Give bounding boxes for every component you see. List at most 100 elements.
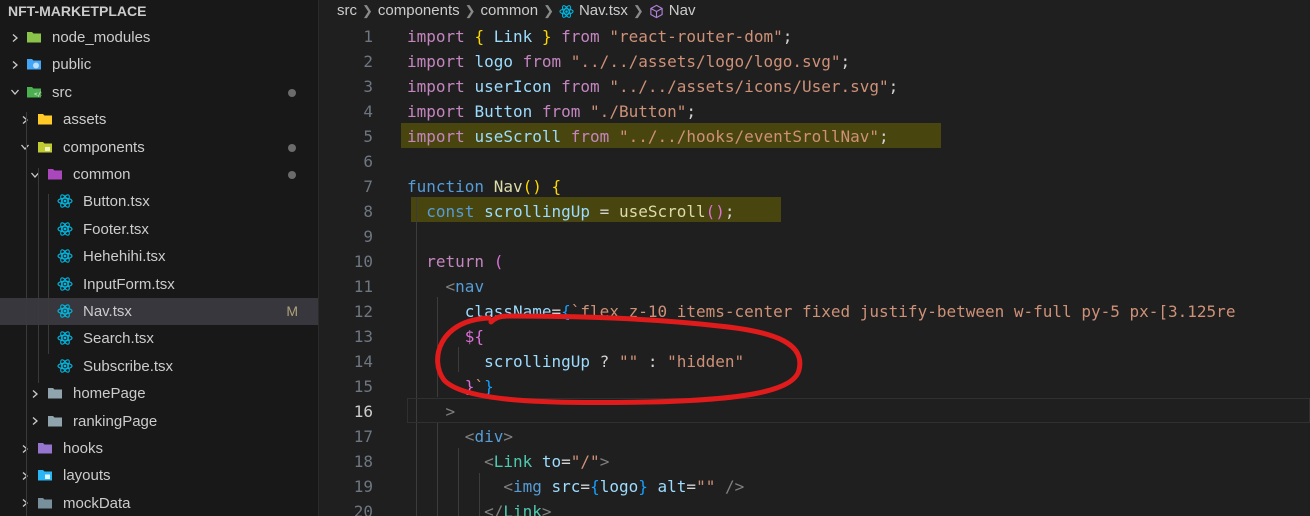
tree-item-src[interactable]: </> src — [0, 79, 318, 106]
code-line[interactable]: 12 className={`flex z-10 items-center fi… — [319, 299, 1310, 324]
code-line[interactable]: 11 <nav — [319, 274, 1310, 299]
tree-item-homepage[interactable]: homePage — [0, 380, 318, 407]
code-line[interactable]: 4 import Button from "./Button"; — [319, 99, 1310, 124]
code-line[interactable]: 2 import logo from "../../assets/logo/log… — [319, 49, 1310, 74]
code-line[interactable]: 14 scrollingUp ? "" : "hidden" — [319, 349, 1310, 374]
code-line[interactable]: 5 import useScroll from "../../hooks/even… — [319, 124, 1310, 149]
code-token: "../../assets/icons/User.svg" — [609, 77, 889, 96]
code-text: function Nav() { — [407, 174, 561, 199]
tree-item-mockdata[interactable]: mockData — [0, 490, 318, 516]
breadcrumb-src[interactable]: src — [337, 0, 357, 22]
code-token: > — [445, 402, 456, 421]
line-number: 15 — [353, 377, 373, 396]
chevron-right-icon[interactable] — [28, 380, 42, 407]
code-token: ; — [879, 127, 889, 146]
code-token: function — [407, 177, 485, 196]
code-line[interactable]: 18 <Link to="/"> — [319, 449, 1310, 474]
tree-item-rankingpage[interactable]: rankingPage — [0, 408, 318, 435]
code-token: = — [686, 477, 697, 496]
react-file-icon — [559, 4, 574, 18]
breadcrumb-file[interactable]: Nav.tsx — [579, 0, 628, 22]
explorer-title[interactable]: NFT-MARKETPLACE — [8, 0, 146, 22]
code-line[interactable]: 8 const scrollingUp = useScroll(); — [319, 199, 1310, 224]
chevron-right-icon[interactable] — [8, 24, 22, 51]
code-token: "../../assets/logo/logo.svg" — [570, 52, 841, 71]
chevron-down-icon[interactable] — [8, 79, 22, 106]
tree-item-public[interactable]: public — [0, 51, 318, 78]
code-text: className={`flex z-10 items-center fixed… — [407, 299, 1236, 324]
code-token: "./Button" — [590, 102, 687, 121]
breadcrumb-components[interactable]: components — [378, 0, 460, 22]
code-token: /> — [724, 477, 745, 496]
code-line[interactable]: 1 import { Link } from "react-router-dom"… — [319, 24, 1310, 49]
code-line[interactable]: 20 </Link> — [319, 499, 1310, 516]
code-line[interactable]: 13 ${ — [319, 324, 1310, 349]
code-token: const — [426, 202, 475, 221]
code-token: alt — [657, 477, 687, 496]
code-text: return ( — [407, 249, 503, 274]
code-line[interactable]: 9 — [319, 224, 1310, 249]
tree-item-label: public — [52, 56, 92, 74]
chevron-down-icon[interactable] — [18, 134, 32, 161]
code-token: > — [503, 427, 513, 446]
tree-item-label: homePage — [73, 385, 146, 403]
code-token: to — [541, 452, 562, 471]
code-token: nav — [455, 277, 485, 296]
code-token: ; — [724, 202, 735, 221]
chevron-down-icon[interactable] — [28, 161, 42, 188]
code-line[interactable]: 19 <img src={logo} alt="" /> — [319, 474, 1310, 499]
chevron-right-icon: ❯ — [362, 3, 373, 18]
line-number: 7 — [363, 177, 373, 196]
code-line[interactable]: 6 — [319, 149, 1310, 174]
code-text: ${ — [407, 324, 484, 349]
chevron-right-icon[interactable] — [18, 435, 32, 462]
tree-item-layouts[interactable]: layouts — [0, 462, 318, 489]
code-text: </Link> — [407, 499, 551, 516]
code-token: import — [407, 102, 465, 121]
code-line[interactable]: 10 return ( — [319, 249, 1310, 274]
code-text: scrollingUp ? "" : "hidden" — [407, 349, 744, 374]
code-line[interactable]: 15 }`} — [319, 374, 1310, 399]
breadcrumb-symbol[interactable]: Nav — [669, 0, 696, 22]
code-line[interactable]: 3 import userIcon from "../../assets/icon… — [319, 74, 1310, 99]
code-token: src — [551, 477, 581, 496]
line-number: 10 — [353, 252, 373, 271]
code-text: <div> — [407, 424, 513, 449]
breadcrumb-common[interactable]: common — [481, 0, 539, 22]
tree-item-hooks[interactable]: hooks — [0, 435, 318, 462]
tree-item-components[interactable]: components — [0, 134, 318, 161]
code-token: from — [561, 77, 600, 96]
modified-dot — [288, 88, 296, 97]
tree-item-label: mockData — [63, 494, 131, 512]
code-token: ; — [840, 52, 851, 71]
chevron-right-icon[interactable] — [18, 490, 32, 516]
tree-item-label: Nav.tsx — [83, 303, 132, 320]
tree-item-node-modules[interactable]: node_modules — [0, 24, 318, 51]
code-token: ( — [493, 252, 504, 271]
tree-item-assets[interactable]: assets — [0, 106, 318, 133]
chevron-right-icon[interactable] — [8, 51, 22, 78]
code-token: Button — [474, 102, 533, 121]
chevron-right-icon[interactable] — [18, 106, 32, 133]
code-line[interactable]: 17 <div> — [319, 424, 1310, 449]
tree-item-label: Hehehihi.tsx — [83, 248, 166, 266]
chevron-right-icon[interactable] — [28, 408, 42, 435]
code-line[interactable]: 7 function Nav() { — [319, 174, 1310, 199]
tree-item-subscribe-tsx[interactable]: Subscribe.tsx — [0, 353, 318, 380]
chevron-right-icon[interactable] — [18, 462, 32, 489]
code-line[interactable]: 16 > — [319, 399, 1310, 424]
line-number: 11 — [353, 277, 373, 296]
tree-item-common[interactable]: common — [0, 161, 318, 188]
code-token: import — [407, 77, 465, 96]
code-token: > — [599, 452, 610, 471]
